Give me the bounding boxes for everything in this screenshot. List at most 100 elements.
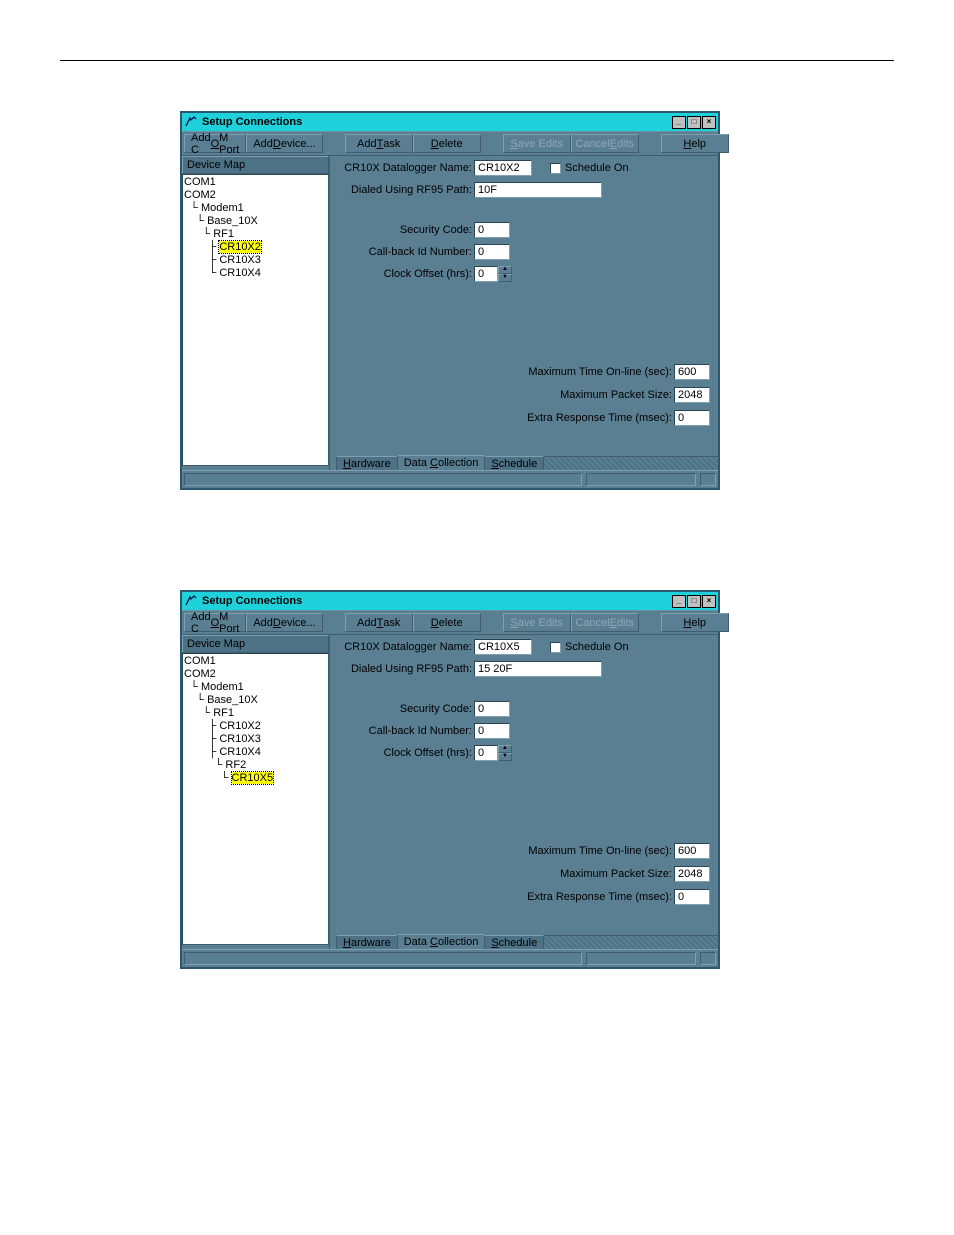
clock-offset-input[interactable]	[474, 266, 498, 282]
tree-item-label[interactable]: CR10X3	[219, 254, 261, 266]
security-code-input[interactable]	[474, 222, 510, 238]
max-online-label: Maximum Time On-line (sec):	[528, 845, 672, 857]
tree-item-label[interactable]: CR10X4	[219, 746, 261, 758]
tree-item[interactable]: └ CR10X4	[184, 267, 327, 280]
tree-item-label[interactable]: Base_10X	[207, 215, 258, 227]
callback-id-label: Call-back Id Number:	[338, 246, 472, 258]
clock-offset-up[interactable]: ▲	[498, 745, 512, 753]
tree-item[interactable]: └ Base_10X	[184, 215, 327, 228]
max-packet-input[interactable]	[674, 387, 710, 403]
tree-item-label[interactable]: COM2	[184, 189, 216, 201]
tree-item[interactable]: COM1	[184, 176, 327, 189]
tree-prefix: └	[184, 707, 213, 719]
add-device-button[interactable]: Add Device...	[246, 613, 322, 632]
schedule-on-checkbox[interactable]	[550, 642, 561, 653]
tree-item[interactable]: └ RF1	[184, 707, 327, 720]
maximize-button[interactable]: □	[687, 116, 701, 129]
max-packet-input[interactable]	[674, 866, 710, 882]
tree-item-label[interactable]: COM2	[184, 668, 216, 680]
tree-item[interactable]: COM2	[184, 189, 327, 202]
tree-item[interactable]: ├ CR10X2	[184, 720, 327, 733]
tree-item[interactable]: └ RF2	[184, 759, 327, 772]
close-button[interactable]: ×	[702, 595, 716, 608]
datalogger-name-input[interactable]	[474, 639, 532, 655]
tree-item-label[interactable]: CR10X5	[232, 772, 274, 784]
tree-prefix: ├	[184, 254, 219, 266]
tree-item-label[interactable]: Modem1	[201, 681, 244, 693]
max-online-input[interactable]	[674, 364, 710, 380]
tree-item-label[interactable]: CR10X4	[219, 267, 261, 279]
save-edits-button: Save Edits	[503, 613, 571, 632]
minimize-button[interactable]: _	[672, 116, 686, 129]
clock-offset-down[interactable]: ▼	[498, 274, 512, 282]
security-code-input[interactable]	[474, 701, 510, 717]
tree-item[interactable]: COM1	[184, 655, 327, 668]
tree-item[interactable]: └ CR10X5	[184, 772, 327, 785]
tab-schedule[interactable]: Schedule	[484, 935, 544, 949]
cancel-edits-button: Cancel Edits	[571, 134, 639, 153]
callback-id-input[interactable]	[474, 244, 510, 260]
tree-item[interactable]: └ Modem1	[184, 202, 327, 215]
extra-response-input[interactable]	[674, 410, 710, 426]
add-task-button[interactable]: Add Task	[345, 613, 413, 632]
maximize-button[interactable]: □	[687, 595, 701, 608]
tree-item[interactable]: └ Base_10X	[184, 694, 327, 707]
tree-prefix: └	[184, 202, 201, 214]
tree-item[interactable]: ├ CR10X3	[184, 733, 327, 746]
rf-path-input[interactable]	[474, 661, 602, 677]
help-button[interactable]: Help	[661, 613, 729, 632]
tree-item-label[interactable]: RF2	[225, 759, 246, 771]
clock-offset-down[interactable]: ▼	[498, 753, 512, 761]
callback-id-input[interactable]	[474, 723, 510, 739]
delete-button[interactable]: Delete	[413, 613, 481, 632]
connection-limits: Maximum Time On-line (sec):Maximum Packe…	[527, 364, 710, 433]
window-controls: _□×	[672, 116, 716, 129]
tree-item-label[interactable]: RF1	[213, 228, 234, 240]
device-tree[interactable]: COM1COM2 └ Modem1 └ Base_10X └ RF1 ├ CR1…	[182, 174, 329, 466]
add-device-button[interactable]: Add Device...	[246, 134, 322, 153]
device-map-header: Device Map	[182, 156, 329, 174]
device-tree[interactable]: COM1COM2 └ Modem1 └ Base_10X └ RF1 ├ CR1…	[182, 653, 329, 945]
titlebar: Setup Connections_□×	[182, 113, 718, 131]
form-panel: CR10X Datalogger Name:Schedule OnDialed …	[330, 156, 718, 470]
save-edits-button: Save Edits	[503, 134, 571, 153]
tree-item[interactable]: └ RF1	[184, 228, 327, 241]
clock-offset-input[interactable]	[474, 745, 498, 761]
tree-item[interactable]: ├ CR10X2	[184, 241, 327, 254]
help-button[interactable]: Help	[661, 134, 729, 153]
datalogger-name-input[interactable]	[474, 160, 532, 176]
add-task-button[interactable]: Add Task	[345, 134, 413, 153]
schedule-on-checkbox[interactable]	[550, 163, 561, 174]
tree-item-label[interactable]: CR10X2	[219, 720, 261, 732]
tree-item-label[interactable]: Modem1	[201, 202, 244, 214]
tab-data-collection[interactable]: Data Collection	[397, 934, 486, 949]
tree-item-label[interactable]: Base_10X	[207, 694, 258, 706]
tree-prefix: ├	[184, 241, 219, 253]
rf-path-input[interactable]	[474, 182, 602, 198]
tree-item-label[interactable]: RF1	[213, 707, 234, 719]
tab-hardware[interactable]: Hardware	[336, 456, 398, 470]
clock-offset-label: Clock Offset (hrs):	[338, 747, 472, 759]
tree-item[interactable]: ├ CR10X4	[184, 746, 327, 759]
tab-schedule[interactable]: Schedule	[484, 456, 544, 470]
add-com-port-button[interactable]: Add COM Port	[184, 134, 246, 153]
tree-item-label[interactable]: CR10X2	[219, 241, 261, 253]
tree-prefix: └	[184, 694, 207, 706]
clock-offset-up[interactable]: ▲	[498, 266, 512, 274]
max-online-input[interactable]	[674, 843, 710, 859]
tree-item-label[interactable]: CR10X3	[219, 733, 261, 745]
add-com-port-button[interactable]: Add COM Port	[184, 613, 246, 632]
delete-button[interactable]: Delete	[413, 134, 481, 153]
tree-item[interactable]: └ Modem1	[184, 681, 327, 694]
tab-hardware[interactable]: Hardware	[336, 935, 398, 949]
tab-data-collection[interactable]: Data Collection	[397, 455, 486, 470]
tree-prefix: ├	[184, 746, 219, 758]
extra-response-label: Extra Response Time (msec):	[527, 891, 672, 903]
tree-item-label[interactable]: COM1	[184, 655, 216, 667]
tree-item[interactable]: ├ CR10X3	[184, 254, 327, 267]
tree-item-label[interactable]: COM1	[184, 176, 216, 188]
minimize-button[interactable]: _	[672, 595, 686, 608]
extra-response-input[interactable]	[674, 889, 710, 905]
close-button[interactable]: ×	[702, 116, 716, 129]
tree-item[interactable]: COM2	[184, 668, 327, 681]
